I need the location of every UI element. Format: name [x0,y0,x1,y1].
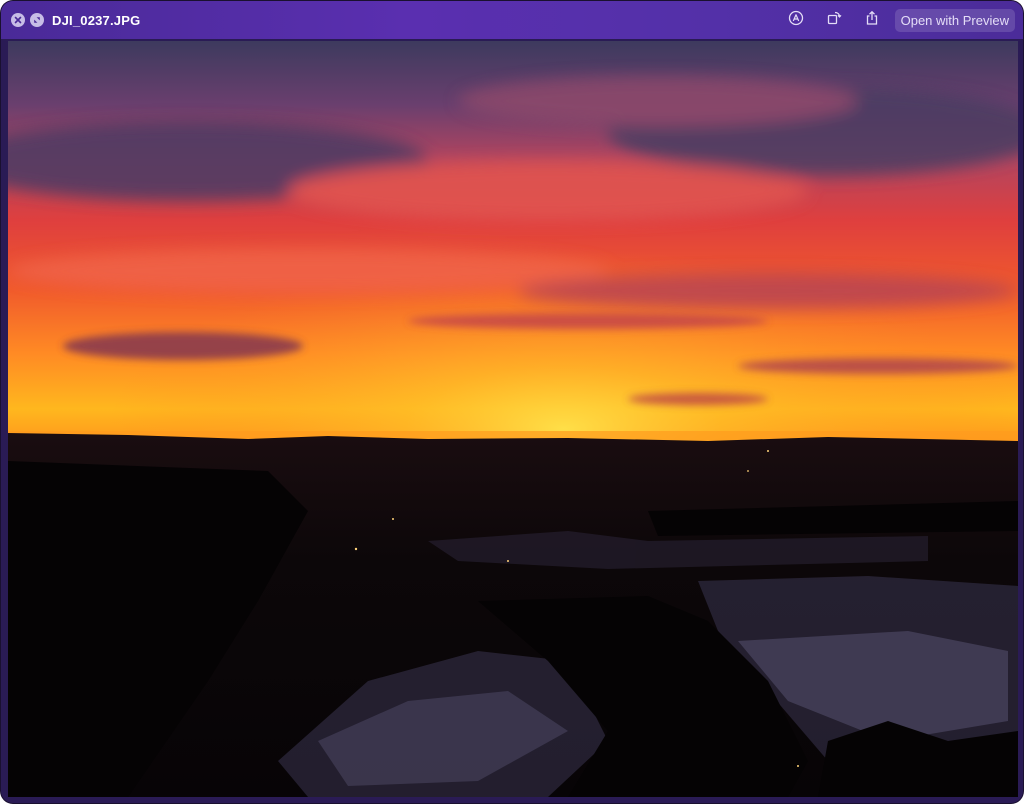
window-title: DJI_0237.JPG [52,12,141,28]
toolbar: Open with Preview [773,1,1015,39]
quicklook-window: DJI_0237.JPG Open with Preview [1,1,1023,803]
markup-icon [788,10,804,31]
close-icon [14,16,22,24]
title-bar[interactable]: DJI_0237.JPG Open with Preview [1,1,1023,39]
markup-button[interactable] [781,6,811,34]
close-button[interactable] [11,13,25,27]
rotate-icon [826,10,842,31]
window-controls [11,13,44,27]
fullscreen-icon [33,16,41,24]
rotate-button[interactable] [819,6,849,34]
share-button[interactable] [857,6,887,34]
image-viewer[interactable] [8,41,1018,797]
sunset-photo [8,41,1018,797]
fullscreen-button[interactable] [30,13,44,27]
open-with-preview-button[interactable]: Open with Preview [894,8,1015,32]
share-icon [864,10,880,31]
